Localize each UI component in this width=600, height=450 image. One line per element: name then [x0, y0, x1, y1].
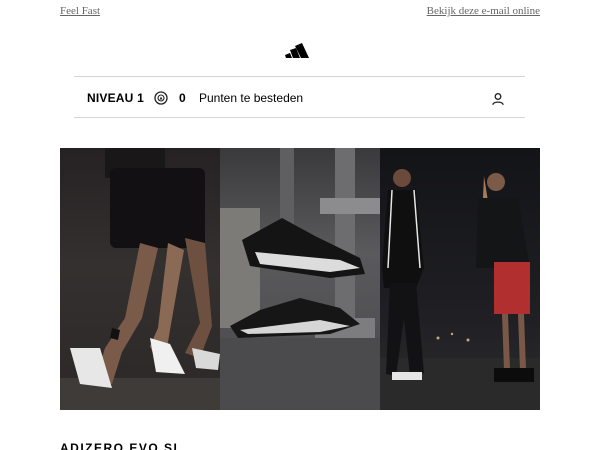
hero-panel-models	[380, 148, 540, 410]
loyalty-level: NIVEAU 1	[87, 91, 144, 105]
view-online-link[interactable]: Bekijk deze e-mail online	[427, 5, 540, 17]
hero-image[interactable]	[60, 148, 540, 410]
hero-panel-shoes	[220, 148, 380, 410]
loyalty-bar: NIVEAU 1 0 Punten te besteden	[74, 76, 525, 118]
points-label: Punten te besteden	[199, 91, 304, 105]
user-icon[interactable]	[491, 92, 505, 106]
preheader: Feel Fast Bekijk deze e-mail online	[60, 5, 540, 19]
adidas-logo-icon[interactable]	[285, 40, 315, 60]
coin-icon	[154, 91, 168, 105]
feel-fast-link[interactable]: Feel Fast	[60, 5, 100, 17]
hero-panel-runners	[60, 148, 220, 410]
points-value: 0	[179, 91, 186, 105]
product-title: ADIZERO EVO SL	[60, 441, 183, 450]
